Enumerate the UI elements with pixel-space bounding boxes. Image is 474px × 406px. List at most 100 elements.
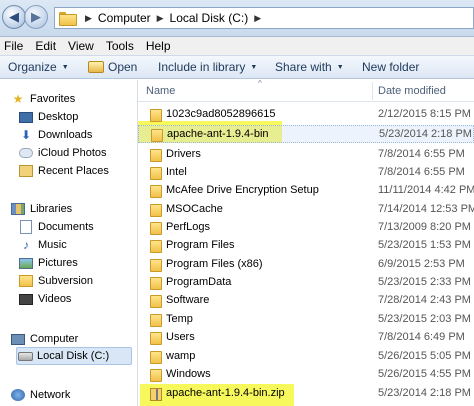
back-button[interactable]: ◀ — [2, 5, 26, 29]
file-row[interactable]: apache-ant-1.9.4-bin.zip 5/23/2014 2:18 P… — [138, 385, 474, 403]
file-row[interactable]: Windows 5/26/2015 4:55 PM — [138, 366, 474, 384]
file-date-modified: 11/11/2014 4:42 PM — [378, 184, 474, 196]
open-button[interactable]: Open — [88, 60, 137, 74]
file-name: MSOCache — [166, 203, 223, 215]
column-header: ^ Name Date modified — [138, 79, 474, 102]
organize-button[interactable]: Organize ▼ — [8, 60, 69, 74]
breadcrumb-separator-icon[interactable]: ▶ — [85, 13, 92, 24]
nav-downloads[interactable]: ⬇ Downloads — [18, 126, 92, 144]
file-row[interactable]: Drivers 7/8/2014 6:55 PM — [138, 146, 474, 164]
file-row[interactable]: Program Files 5/23/2015 1:53 PM — [138, 237, 474, 255]
open-label: Open — [108, 60, 138, 74]
file-row[interactable]: Intel 7/8/2014 6:55 PM — [138, 164, 474, 182]
file-row[interactable]: Users 7/8/2014 6:49 PM — [138, 329, 474, 347]
file-name: PerfLogs — [166, 221, 211, 233]
folder-icon — [150, 204, 162, 217]
file-row[interactable]: ProgramData 5/23/2015 2:33 PM — [138, 274, 474, 292]
address-box[interactable]: ▶ Computer ▶ Local Disk (C:) ▶ — [54, 7, 474, 29]
music-note-icon: ♪ — [23, 238, 29, 252]
videos-icon — [19, 293, 33, 305]
subversion-icon-wrap — [18, 273, 34, 289]
cloud-icon-wrap — [18, 145, 34, 161]
star-icon: ★ — [12, 92, 24, 106]
menu-bar: File Edit View Tools Help — [0, 37, 474, 55]
column-name-header[interactable]: Name — [146, 85, 175, 97]
breadcrumb-computer[interactable]: Computer — [98, 11, 151, 25]
folder-icon — [150, 222, 162, 235]
file-name: apache-ant-1.9.4-bin — [167, 128, 269, 140]
include-label: Include in library — [158, 60, 246, 74]
file-row[interactable]: Software 7/28/2014 2:43 PM — [138, 292, 474, 310]
desktop-icon — [19, 111, 33, 123]
breadcrumb-local-disk[interactable]: Local Disk (C:) — [170, 11, 249, 25]
nav-local-disk[interactable]: Local Disk (C:) — [16, 347, 132, 365]
nav-desktop[interactable]: Desktop — [18, 108, 78, 126]
nav-local-disk-label: Local Disk (C:) — [37, 350, 110, 362]
disk-icon-wrap — [17, 348, 33, 364]
nav-pictures[interactable]: Pictures — [18, 254, 78, 272]
folder-icon — [150, 185, 162, 198]
file-row[interactable]: wamp 5/26/2015 5:05 PM — [138, 348, 474, 366]
nav-videos[interactable]: Videos — [18, 290, 71, 308]
videos-icon-wrap — [18, 291, 34, 307]
file-date-modified: 7/8/2014 6:49 PM — [378, 331, 465, 343]
nav-favorites[interactable]: ★ Favorites — [10, 90, 76, 108]
nav-recent-places[interactable]: Recent Places — [18, 162, 109, 180]
nav-recent-label: Recent Places — [38, 165, 109, 177]
nav-icloud-photos[interactable]: iCloud Photos — [18, 144, 107, 162]
nav-computer[interactable]: Computer — [10, 330, 78, 348]
file-row[interactable]: MSOCache 7/14/2014 12:53 PM — [138, 201, 474, 219]
file-date-modified: 7/28/2014 2:43 PM — [378, 294, 471, 306]
nav-icloud-label: iCloud Photos — [38, 147, 107, 159]
nav-favorites-label: Favorites — [30, 93, 76, 105]
file-row[interactable]: PerfLogs 7/13/2009 8:20 PM — [138, 219, 474, 237]
computer-icon-wrap — [10, 331, 26, 347]
nav-subversion[interactable]: Subversion — [18, 272, 93, 290]
forward-button[interactable]: ▶ — [24, 5, 48, 29]
include-in-library-button[interactable]: Include in library ▼ — [158, 60, 257, 74]
menu-tools[interactable]: Tools — [102, 39, 142, 53]
forward-arrow-icon: ▶ — [31, 9, 41, 24]
menu-edit[interactable]: Edit — [31, 39, 64, 53]
nav-pictures-label: Pictures — [38, 257, 78, 269]
nav-music-label: Music — [38, 239, 67, 251]
folder-icon — [150, 109, 162, 122]
network-globe-icon — [11, 389, 25, 401]
menu-view[interactable]: View — [64, 39, 102, 53]
dropdown-arrow-icon: ▼ — [336, 63, 344, 71]
folder-icon — [150, 314, 162, 327]
file-date-modified: 7/14/2014 12:53 PM — [378, 203, 474, 215]
computer-folder-icon — [59, 12, 77, 26]
column-date-header[interactable]: Date modified — [378, 85, 446, 97]
navigation-pane: ★ Favorites Desktop ⬇ Downloads iCloud Pho… — [0, 80, 137, 406]
file-date-modified: 7/8/2014 6:55 PM — [378, 148, 465, 160]
file-date-modified: 5/23/2015 1:53 PM — [378, 239, 471, 251]
share-with-button[interactable]: Share with ▼ — [275, 60, 344, 74]
menu-file[interactable]: File — [0, 39, 31, 53]
file-row[interactable]: apache-ant-1.9.4-bin 5/23/2014 2:18 PM — [138, 125, 474, 143]
file-date-modified: 5/26/2015 4:55 PM — [378, 368, 471, 380]
file-row[interactable]: Program Files (x86) 6/9/2015 2:53 PM — [138, 256, 474, 274]
network-icon-wrap — [10, 387, 26, 403]
menu-help[interactable]: Help — [142, 39, 179, 53]
nav-documents[interactable]: Documents — [18, 218, 94, 236]
file-row[interactable]: 1023c9ad8052896615 2/12/2015 8:15 PM — [138, 106, 474, 124]
nav-music[interactable]: ♪ Music — [18, 236, 67, 254]
documents-icon — [20, 220, 32, 234]
nav-libraries-label: Libraries — [30, 203, 73, 215]
folder-icon — [150, 167, 162, 180]
new-folder-button[interactable]: New folder — [362, 60, 419, 74]
file-row[interactable]: McAfee Drive Encryption Setup 11/11/2014 … — [138, 182, 474, 200]
file-name: apache-ant-1.9.4-bin.zip — [166, 387, 285, 399]
zip-archive-icon — [150, 388, 162, 401]
address-bar-area: ◀ ▶ ▶ Computer ▶ Local Disk (C:) ▶ — [0, 0, 474, 37]
breadcrumb-separator-icon[interactable]: ▶ — [254, 13, 261, 24]
nav-network[interactable]: Network — [10, 386, 70, 404]
breadcrumb-separator-icon[interactable]: ▶ — [157, 13, 164, 24]
file-date-modified: 5/23/2015 2:03 PM — [378, 313, 471, 325]
file-row[interactable]: Temp 5/23/2015 2:03 PM — [138, 311, 474, 329]
column-resize-handle[interactable] — [372, 82, 373, 100]
nav-libraries[interactable]: Libraries — [10, 200, 72, 218]
nav-videos-label: Videos — [38, 293, 72, 305]
computer-icon — [11, 333, 25, 345]
